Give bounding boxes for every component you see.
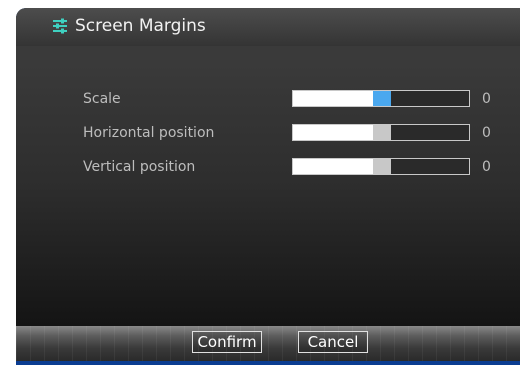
sliders-icon xyxy=(53,18,67,34)
scale-label: Scale xyxy=(83,91,121,107)
vertical-position-label: Vertical position xyxy=(83,159,196,175)
scale-slider-fill xyxy=(293,91,373,106)
vertical-position-slider-thumb[interactable] xyxy=(373,159,391,174)
horizontal-position-slider-thumb[interactable] xyxy=(373,125,391,140)
button-bar: Confirm Cancel xyxy=(16,326,520,361)
setting-row-scale: Scale 0 xyxy=(16,89,520,109)
vertical-position-slider[interactable] xyxy=(292,158,470,175)
vertical-position-value: 0 xyxy=(482,159,491,175)
scale-slider[interactable] xyxy=(292,90,470,107)
horizontal-position-label: Horizontal position xyxy=(83,125,215,141)
cancel-button[interactable]: Cancel xyxy=(298,331,368,353)
setting-row-horizontal-position: Horizontal position 0 xyxy=(16,123,520,143)
confirm-button[interactable]: Confirm xyxy=(192,331,262,353)
vertical-position-slider-fill xyxy=(293,159,373,174)
scale-value: 0 xyxy=(482,91,491,107)
horizontal-position-slider[interactable] xyxy=(292,124,470,141)
horizontal-position-slider-fill xyxy=(293,125,373,140)
screen-margins-dialog: Screen Margins Scale 0 Horizontal positi… xyxy=(16,8,520,365)
dialog-title: Screen Margins xyxy=(75,16,206,36)
title-bar: Screen Margins xyxy=(16,8,520,46)
setting-row-vertical-position: Vertical position 0 xyxy=(16,157,520,177)
horizontal-position-value: 0 xyxy=(482,125,491,141)
scale-slider-thumb[interactable] xyxy=(373,91,391,106)
dialog-frame: Screen Margins Scale 0 Horizontal positi… xyxy=(16,8,520,361)
